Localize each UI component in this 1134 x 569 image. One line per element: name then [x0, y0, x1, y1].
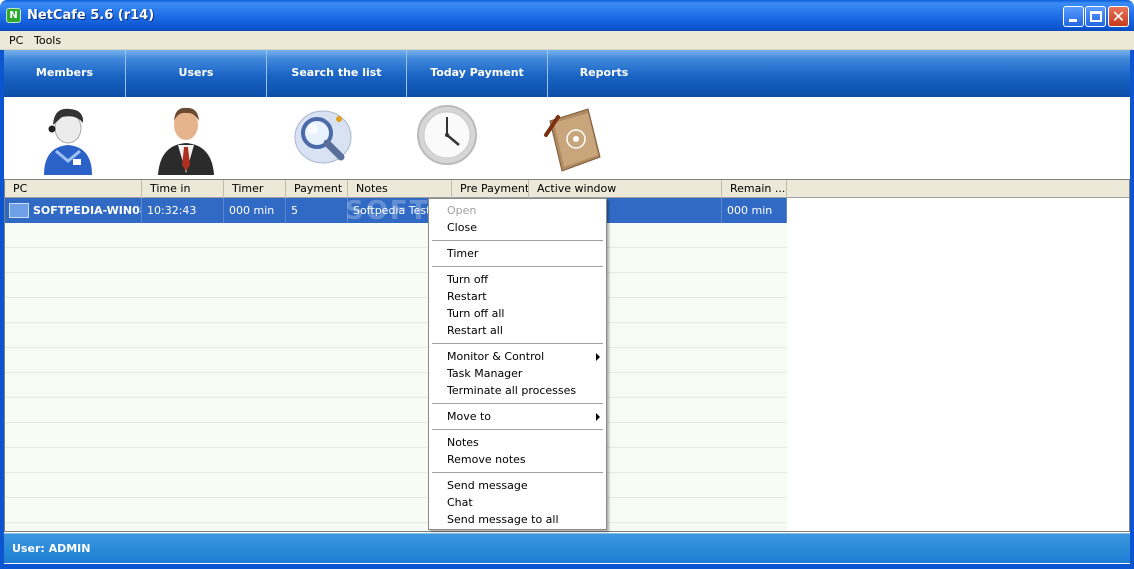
menu-item-close[interactable]: Close: [429, 219, 606, 236]
maximize-icon: [1090, 11, 1102, 22]
cell-pc: SOFTPEDIA-WIN08: [5, 198, 142, 223]
menu-item-label: Monitor & Control: [447, 350, 545, 363]
column-header-payment[interactable]: Payment: [286, 180, 348, 198]
computer-icon: [9, 203, 29, 218]
empty-row: [5, 273, 787, 298]
clock-icon[interactable]: [411, 101, 483, 175]
column-header-time-in[interactable]: Time in: [142, 180, 224, 198]
user-businessman-icon[interactable]: [150, 101, 222, 175]
menu-item-label: Move to: [447, 410, 492, 423]
status-user-text: User: ADMIN: [12, 542, 91, 555]
menu-item-move-to[interactable]: Move to: [429, 408, 606, 425]
empty-row: [5, 523, 787, 531]
menu-item-monitor-control[interactable]: Monitor & Control: [429, 348, 606, 365]
menu-item-restart[interactable]: Restart: [429, 288, 606, 305]
menu-separator: [432, 429, 603, 430]
menu-item-send-message[interactable]: Send message: [429, 477, 606, 494]
empty-row: [5, 323, 787, 348]
menu-item-terminate-all-processes[interactable]: Terminate all processes: [429, 382, 606, 399]
menu-item-chat[interactable]: Chat: [429, 494, 606, 511]
cell-remain: 000 min: [722, 198, 787, 223]
tab-search-the-list[interactable]: Search the list: [267, 50, 407, 97]
tab-users[interactable]: Users: [126, 50, 267, 97]
empty-row: [5, 223, 787, 248]
empty-row: [5, 373, 787, 398]
status-bar: User: ADMIN: [4, 533, 1130, 563]
member-avatar-icon[interactable]: [32, 101, 104, 175]
close-button[interactable]: ✕: [1108, 6, 1129, 27]
window-title: NetCafe 5.6 (r14): [27, 8, 155, 23]
menu-tools[interactable]: Tools: [34, 34, 61, 47]
menu-separator: [432, 472, 603, 473]
menu-item-send-message-to-all[interactable]: Send message to all: [429, 511, 606, 528]
menu-pc[interactable]: PC: [9, 34, 23, 47]
menu-separator: [432, 266, 603, 267]
menu-separator: [432, 343, 603, 344]
window-frame-right: [1130, 31, 1134, 569]
search-magnifier-icon[interactable]: [287, 101, 359, 175]
column-header-active-window[interactable]: Active window: [529, 180, 722, 198]
report-notebook-icon[interactable]: [536, 101, 608, 175]
minimize-icon: [1069, 19, 1077, 22]
empty-row: [5, 348, 787, 373]
empty-row: [5, 498, 787, 523]
menu-item-timer[interactable]: Timer: [429, 245, 606, 262]
pc-name-text: SOFTPEDIA-WIN08: [33, 204, 142, 217]
menu-separator: [432, 240, 603, 241]
menu-item-task-manager[interactable]: Task Manager: [429, 365, 606, 382]
cell-payment: 5: [286, 198, 348, 223]
empty-row: [5, 248, 787, 273]
menu-item-restart-all[interactable]: Restart all: [429, 322, 606, 339]
empty-row: [5, 448, 787, 473]
submenu-arrow-icon: [596, 413, 600, 421]
title-bar[interactable]: N NetCafe 5.6 (r14) ✕: [0, 0, 1134, 31]
menu-item-remove-notes[interactable]: Remove notes: [429, 451, 606, 468]
menu-item-open[interactable]: Open: [429, 202, 606, 219]
tab-today-payment[interactable]: Today Payment: [407, 50, 548, 97]
empty-row: [5, 298, 787, 323]
cell-time-in: 10:32:43: [142, 198, 224, 223]
main-tab-bar: Members Users Search the list Today Paym…: [4, 50, 1130, 97]
close-icon: ✕: [1111, 7, 1126, 26]
toolbar-icon-band: [4, 97, 1130, 178]
submenu-arrow-icon: [596, 353, 600, 361]
maximize-button[interactable]: [1085, 6, 1106, 27]
tab-reports[interactable]: Reports: [548, 50, 660, 97]
context-menu: Open Close Timer Turn off Restart Turn o…: [428, 198, 607, 530]
cell-timer: 000 min: [224, 198, 286, 223]
menu-bar: PC Tools: [0, 31, 1134, 50]
menu-item-notes[interactable]: Notes: [429, 434, 606, 451]
window-frame-bottom: [0, 564, 1134, 569]
empty-row: [5, 398, 787, 423]
tab-members[interactable]: Members: [4, 50, 126, 97]
app-icon[interactable]: N: [6, 8, 21, 23]
empty-row: [5, 423, 787, 448]
empty-row: [5, 473, 787, 498]
grid-header: PC Time in Timer Payment Notes Pre Payme…: [5, 180, 1129, 198]
menu-item-turn-off[interactable]: Turn off: [429, 271, 606, 288]
column-header-remain[interactable]: Remain ...: [722, 180, 787, 198]
menu-item-turn-off-all[interactable]: Turn off all: [429, 305, 606, 322]
menu-separator: [432, 403, 603, 404]
column-header-pc[interactable]: PC: [5, 180, 142, 198]
minimize-button[interactable]: [1063, 6, 1084, 27]
column-header-timer[interactable]: Timer: [224, 180, 286, 198]
